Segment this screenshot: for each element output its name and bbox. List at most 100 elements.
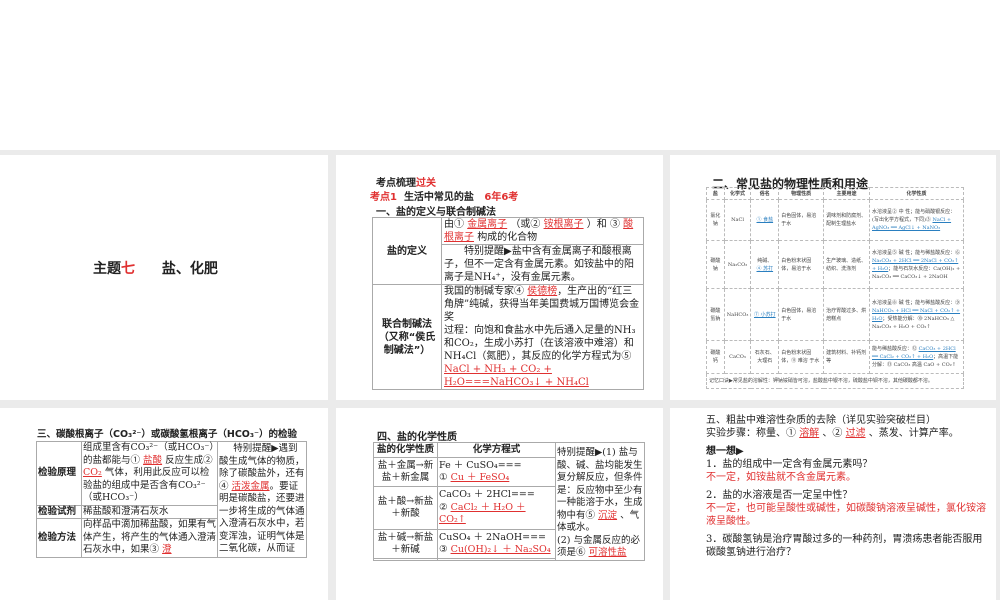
- text: ⑦ 小苏打: [754, 311, 776, 318]
- text: 可溶性盐: [588, 547, 627, 558]
- tip-cell: 特别提醒▶盐中含有金属离子和酸根离子，但不一定含有金属元素。如铵盐中的阳离子是N…: [441, 244, 644, 285]
- definition-cell: 由① 金属离子 （或② 铵根离子 ）和 ③ 酸根离子 构成的化合物: [441, 217, 644, 245]
- slide-thumbnail-4[interactable]: 三、碳酸根离子（CO₃²⁻）或碳酸氢根离子（HCO₃⁻）的检验 检验原理 组成里…: [0, 408, 328, 600]
- text: 主要用途: [823, 187, 870, 200]
- memory-tip: 记忆口诀▶常见盐的溶解性：钾钠铵硝皆可溶，盐酸盐中银不溶，硫酸盐中钡不溶，其他碳…: [706, 373, 964, 389]
- text: ③: [439, 544, 448, 556]
- text: 白色固体，易溶于水: [778, 288, 825, 341]
- topic-heading: 考点1 生活中常见的盐 6年6考: [370, 188, 518, 203]
- slide-title: 主题七 盐、化肥: [93, 258, 218, 278]
- text: ① 食盐: [756, 217, 774, 223]
- text: 过程：向饱和食盐水中先后通入足量的NH₃和CO₂，生成小苏打（在该溶液中难溶）和…: [444, 325, 636, 362]
- text: （或②: [510, 219, 541, 230]
- text: 白色固体，易溶于水: [778, 199, 825, 241]
- slide-thumbnail-5[interactable]: 四、盐的化学性质 盐的化学性质 化学方程式 特别提醒▶(1) 盐与酸、碱、盐均能发…: [336, 408, 663, 600]
- text: 能与稀盐酸反应：⑫: [872, 346, 918, 352]
- text: 物理性质: [778, 187, 825, 200]
- text: 纯碱、: [757, 257, 773, 264]
- text: CaCl₂ ＋ H₂O ＋ CO₂↑: [439, 501, 526, 526]
- text: 2．盐的水溶液是否一定呈中性？: [706, 490, 853, 501]
- text: 水溶液呈⑧ 碱 性；能与稀盐酸反应：⑨: [872, 299, 961, 306]
- text: 主题: [93, 261, 121, 277]
- text: 氯化钠: [706, 199, 725, 241]
- text: 1．盐的组成中一定含有金属元素吗？: [706, 459, 873, 470]
- table-row: 碳酸钙 CaCO₃ 石灰石、大理石 白色粉末状固体，⑪ 难溶 于水 建筑材料、补钙剂等能…: [706, 340, 964, 374]
- text: 我国的制碱专家④: [444, 286, 524, 297]
- table-row: 碳酸钠 Na₂CO₃ 纯碱、 ④ 苏打 白色粉末状固体，易溶于水 生产玻璃、造纸、纺织、洗…: [706, 240, 964, 289]
- text: 澄: [162, 544, 172, 555]
- text: 俗名: [750, 187, 780, 200]
- slide-heading: 三、碳酸根离子（CO₃²⁻）或碳酸氢根离子（HCO₃⁻）的检验: [37, 429, 298, 440]
- definition-table: 盐的定义 由① 金属离子 （或② 铵根离子 ）和 ③ 酸根离子 构成的化合物 特…: [372, 217, 644, 390]
- text: 化学式: [723, 187, 752, 200]
- text: 白色粉末状固体，易溶于水: [778, 240, 825, 289]
- text: 化学方程式: [437, 441, 556, 459]
- row-label: 联合制碱法（又称“侯氏制碱法”）: [372, 284, 442, 390]
- text: 想一想▶: [706, 446, 744, 457]
- text: 盐酸: [143, 454, 163, 466]
- text: 碳酸钠: [706, 240, 725, 289]
- text: 由①: [444, 219, 464, 230]
- text: 稀盐酸和澄清石灰水: [81, 504, 218, 519]
- text: 过滤: [845, 428, 866, 439]
- text: 盐＋碱→新盐＋新碱: [373, 529, 438, 560]
- text: 化学性质: [869, 187, 964, 200]
- text: 铵根离子: [543, 219, 584, 230]
- text: CO₂: [83, 467, 102, 478]
- text: Na₂CO₃: [723, 240, 752, 289]
- text: 向样品中滴加稀盐酸，如果有气体产生，将产生的气体通入澄清石灰水中，如果③: [83, 519, 217, 555]
- text: 沉淀: [598, 509, 618, 521]
- text: 活泼金属: [231, 480, 270, 492]
- text: 盐的化学性质: [373, 441, 438, 459]
- text: 、蒸发、计算产率。: [868, 428, 959, 439]
- text: CaCO₃ ＋ 2HCl===: [439, 489, 535, 501]
- text: ④ 苏打: [756, 265, 774, 272]
- subheading: 一、盐的定义与联合制碱法: [376, 207, 496, 218]
- text: 3．碳酸氢钠是治疗胃酸过多的一种药剂，胃溃疡患者能否服用碳酸氢钠进行治疗？: [706, 534, 983, 558]
- text: ）和: [586, 219, 607, 230]
- table-row: 氯化钠 NaCl ① 食盐 白色固体，易溶于水 调味剂和防腐剂、配制生理盐水 水溶液呈② …: [706, 199, 964, 241]
- text: 6年6考: [484, 192, 519, 203]
- text: CaCO₃: [723, 340, 752, 374]
- text: ②: [439, 501, 448, 513]
- text: NaCl + NH₃ + CO₂ + H₂O===NaHCO₃↓ + NH₄Cl: [444, 364, 589, 388]
- text: 盐＋金属→新盐＋新金属: [373, 457, 438, 488]
- text: 治疗胃酸过多、烘焙糕点: [823, 288, 870, 341]
- slide-thumbnail-6[interactable]: 五、粗盐中难溶性杂质的去除（详见实验突破栏目） 实验步骤：称量、① 溶解 、② …: [670, 408, 996, 600]
- text: NaHCO₃: [723, 288, 752, 341]
- text: 构成的化合物: [477, 232, 538, 243]
- text: 水溶液呈⑤ 碱 性；能与稀盐酸反应：⑥: [872, 249, 961, 256]
- text: CuSO₄ ＋ 2NaOH===: [439, 531, 547, 543]
- text: ；受热能分解：⑩ 2NaHCO₃ △ Na₂CO₃ + H₂O + CO₂↑: [872, 315, 955, 330]
- text: 白色粉末状固体，⑪ 难溶 于水: [778, 340, 825, 374]
- slide-thumbnail-2[interactable]: 考点梳理过关 考点1 生活中常见的盐 6年6考 一、盐的定义与联合制碱法 盐的定…: [336, 155, 663, 400]
- section-heading: 考点梳理过关: [376, 174, 436, 189]
- text: Cu ＋ FeSO₄: [450, 472, 510, 484]
- text: 溶解: [799, 428, 820, 439]
- text: 侯德榜: [527, 286, 558, 297]
- text: 盐、化肥: [161, 261, 218, 277]
- process-cell: 我国的制碱专家④ 侯德榜，生产出的“红三角牌”纯碱，获得当年美国费城万国博览会金…: [441, 284, 644, 390]
- chemical-properties-table: 盐的化学性质 化学方程式 特别提醒▶(1) 盐与酸、碱、盐均能发生复分解反应，但条…: [373, 441, 645, 561]
- text: 检验试剂: [36, 504, 82, 519]
- carbonate-test-table: 检验原理 组成里含有CO₃²⁻（或HCO₃⁻）的盐都能与① 盐酸 反应生成② C…: [36, 441, 307, 558]
- text: 碳酸氢钠: [706, 288, 725, 341]
- text: 生产玻璃、造纸、纺织、洗涤剂: [823, 240, 870, 289]
- slide-thumbnail-1[interactable]: 主题七 盐、化肥: [0, 155, 328, 400]
- text: 检验原理: [36, 441, 82, 506]
- text: 反应生成②: [165, 454, 213, 466]
- slide-heading: 四、盐的化学性质: [377, 432, 457, 443]
- text: 盐＋酸→新盐＋新酸: [373, 486, 438, 531]
- text: 检验方法: [36, 518, 82, 558]
- text: 调味剂和防腐剂、配制生理盐水: [823, 199, 870, 241]
- slide-thumbnail-3[interactable]: 二、常见盐的物理性质和用途 盐化学式 俗名 物理性质 主要用途 化学性质 氯化钠 NaCl…: [670, 155, 996, 400]
- text: Cu(OH)₂↓ ＋ Na₂SO₄: [450, 544, 551, 556]
- text: 石灰石、大理石: [750, 340, 780, 374]
- text: 实验步骤：称量、①: [706, 428, 796, 439]
- text: Fe ＋ CuSO₄===: [439, 459, 522, 471]
- text: 七: [121, 261, 135, 277]
- salt-properties-table: 盐化学式 俗名 物理性质 主要用途 化学性质 氯化钠 NaCl ① 食盐 白色固体，易溶于水调…: [706, 187, 964, 389]
- text: 考点1: [370, 192, 397, 203]
- text: 不一定，也可能呈酸性或碱性，如碳酸钠溶液呈碱性，氯化铵溶液呈酸性。: [706, 503, 986, 527]
- table-row: 碳酸氢钠 NaHCO₃ ⑦ 小苏打 白色固体，易溶于水 治疗胃酸过多、烘焙糕点 水溶液呈⑧…: [706, 288, 964, 341]
